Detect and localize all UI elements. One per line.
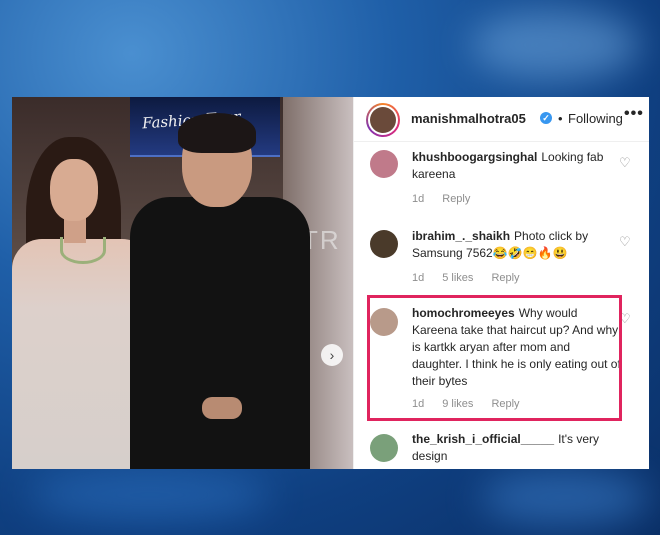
photo-necklace — [60, 237, 106, 264]
comment-username[interactable]: ibrahim_._shaikh — [412, 229, 510, 243]
comment-avatar[interactable] — [370, 230, 398, 258]
post-photo: TR Fashion Tour › — [12, 97, 353, 469]
chevron-right-icon[interactable]: › — [321, 344, 343, 366]
comment-text: khushboogargsinghal Looking fab kareena — [412, 149, 622, 183]
comment-username[interactable]: the_krish_i_official_____ — [412, 432, 554, 446]
photo-person-woman-face — [50, 159, 98, 221]
comment-avatar[interactable] — [370, 150, 398, 178]
post-username[interactable]: manishmalhotra05 — [411, 111, 526, 126]
comment-username[interactable]: khushboogargsinghal — [412, 150, 537, 164]
photo-person-man — [130, 197, 310, 469]
reply-button[interactable]: Reply — [491, 272, 519, 284]
comment-meta: 1d 5 likes Reply — [412, 272, 538, 284]
comment-text: the_krish_i_official_____ It's very desig… — [412, 431, 622, 465]
photo-person-man-hands — [202, 397, 242, 419]
background-blur — [30, 470, 270, 520]
comment-text: ibrahim_._shaikh Photo click by Samsung 7… — [412, 228, 622, 262]
verified-badge-icon: ✓ — [540, 112, 552, 124]
avatar-image — [370, 107, 396, 133]
reply-button[interactable]: Reply — [442, 193, 470, 205]
comment-time: 1d — [412, 272, 425, 284]
comment-avatar[interactable] — [370, 434, 398, 462]
photo-person-man-hair — [178, 113, 256, 153]
comment-likes[interactable]: 5 likes — [442, 272, 473, 284]
ellipsis-icon[interactable]: ••• — [624, 105, 644, 123]
comment-time: 1d — [412, 193, 425, 205]
post-header: manishmalhotra05 ✓ • Following ••• — [354, 97, 649, 142]
comment-meta: 1d Reply — [412, 193, 488, 205]
following-button[interactable]: Following — [568, 111, 623, 126]
heart-icon[interactable]: ♡ — [619, 234, 631, 250]
avatar[interactable] — [366, 103, 400, 137]
background-blur — [480, 470, 650, 525]
separator-dot: • — [558, 111, 563, 126]
heart-icon[interactable]: ♡ — [619, 155, 631, 171]
highlight-box — [367, 295, 622, 421]
background-blur — [470, 10, 640, 80]
